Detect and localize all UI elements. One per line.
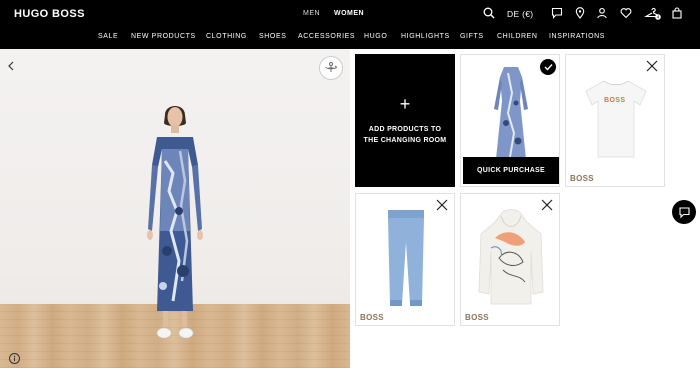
brand-label: BOSS — [465, 313, 489, 322]
location-icon[interactable] — [573, 6, 587, 20]
product-card-dress[interactable]: QUICK PURCHASE — [460, 54, 560, 187]
brand-label: BOSS — [360, 313, 384, 322]
add-products-card[interactable]: + ADD PRODUCTS TO THE CHANGING ROOM — [355, 54, 455, 187]
hoodie-image — [478, 209, 544, 305]
brand-logo[interactable]: HUGO BOSS — [14, 8, 85, 20]
tshirt-logo: BOSS — [604, 97, 626, 104]
add-products-line1: ADD PRODUCTS TO — [368, 126, 442, 133]
model-view[interactable] — [0, 49, 350, 368]
product-card-hoodie[interactable]: BOSS — [460, 193, 560, 326]
back-arrow-icon[interactable] — [7, 58, 15, 76]
nav-inspirations[interactable]: INSPIRATIONS — [549, 33, 605, 40]
remove-icon[interactable] — [436, 198, 448, 211]
nav-highlights[interactable]: HIGHLIGHTS — [401, 33, 450, 40]
language-selector[interactable]: DE (€) — [507, 9, 533, 19]
rotate-360-icon[interactable] — [319, 56, 343, 80]
info-icon[interactable] — [9, 353, 20, 364]
tab-men[interactable]: MEN — [303, 10, 320, 17]
model-figure — [147, 106, 203, 339]
tab-women[interactable]: WOMEN — [334, 10, 364, 17]
brand-label: BOSS — [570, 174, 594, 183]
chat-bubble-icon[interactable] — [672, 200, 696, 224]
product-card-tshirt[interactable]: BOSS BOSS — [565, 54, 665, 187]
category-nav: SALE NEW PRODUCTS CLOTHING SHOES ACCESSO… — [0, 28, 700, 48]
hanger-icon[interactable]: 4 — [644, 6, 662, 20]
nav-clothing[interactable]: CLOTHING — [206, 33, 247, 40]
add-products-line2: THE CHANGING ROOM — [363, 136, 447, 144]
nav-new-products[interactable]: NEW PRODUCTS — [131, 33, 196, 40]
nav-children[interactable]: CHILDREN — [497, 33, 538, 40]
changing-room-grid: + ADD PRODUCTS TO THE CHANGING ROOM QUIC… — [350, 49, 700, 368]
bag-icon[interactable] — [670, 6, 684, 20]
tshirt-image — [585, 80, 647, 158]
dress-image — [494, 67, 528, 159]
remove-icon[interactable] — [646, 59, 658, 72]
nav-accessories[interactable]: ACCESSORIES — [298, 33, 355, 40]
search-icon[interactable] — [482, 6, 496, 20]
plus-icon: + — [399, 94, 411, 114]
product-card-trousers[interactable]: BOSS — [355, 193, 455, 326]
account-icon[interactable] — [595, 6, 609, 20]
nav-shoes[interactable]: SHOES — [259, 33, 287, 40]
chat-icon[interactable] — [550, 6, 564, 20]
wishlist-icon[interactable] — [619, 6, 633, 20]
top-bar: HUGO BOSS MEN WOMEN DE (€) 4 — [0, 0, 700, 28]
nav-gifts[interactable]: GIFTS — [460, 33, 484, 40]
selected-check-icon[interactable] — [540, 59, 556, 75]
trousers-image — [388, 210, 424, 306]
nav-hugo[interactable]: HUGO — [364, 33, 387, 40]
quick-purchase-button[interactable]: QUICK PURCHASE — [463, 157, 559, 184]
nav-sale[interactable]: SALE — [98, 33, 118, 40]
